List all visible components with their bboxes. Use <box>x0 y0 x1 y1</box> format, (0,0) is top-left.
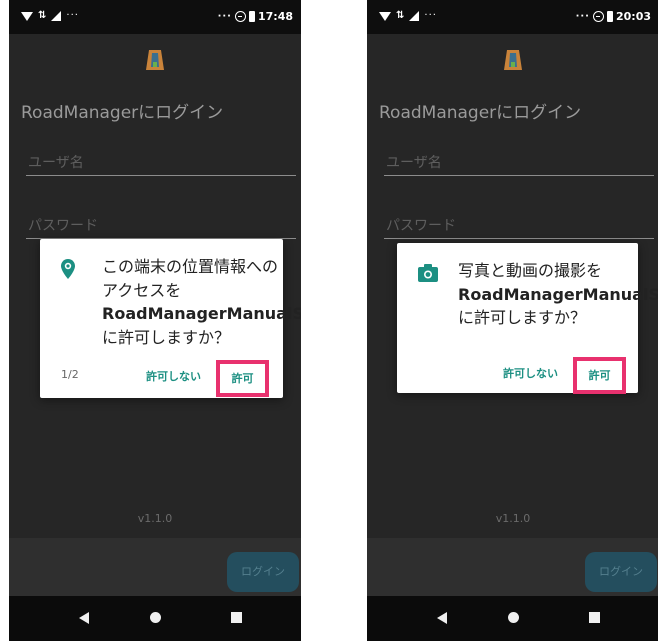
recent-apps-icon[interactable] <box>589 612 600 623</box>
dialog-app-name: RoadManagerManualSh... <box>458 284 658 304</box>
version-label: v1.1.0 <box>137 512 173 525</box>
status-time: 20:03 <box>615 10 651 23</box>
wifi-icon <box>379 11 391 21</box>
wifi-icon <box>21 11 33 21</box>
do-not-disturb-icon <box>592 11 604 22</box>
status-time: 17:48 <box>257 10 293 23</box>
login-title: RoadManagerにログイン <box>379 103 582 123</box>
username-field[interactable]: ユーザ名 <box>26 152 296 176</box>
login-button[interactable]: ログイン <box>227 552 299 592</box>
username-placeholder: ユーザ名 <box>28 155 84 171</box>
sim-lte-icon: ⇅ <box>38 10 47 21</box>
back-icon[interactable] <box>437 612 447 624</box>
allow-button[interactable]: 許可 <box>573 357 626 394</box>
allow-button[interactable]: 許可 <box>216 360 269 397</box>
road-sign-logo-icon <box>146 50 164 70</box>
location-permission-dialog: この端末の位置情報へのアクセスを RoadManagerManualSh... … <box>40 239 301 398</box>
recent-apps-icon[interactable] <box>231 612 242 623</box>
navigation-bar <box>367 596 658 641</box>
dialog-app-name: RoadManagerManualSh... <box>102 304 301 323</box>
battery-icon <box>248 11 255 22</box>
deny-button[interactable]: 許可しない <box>503 365 558 381</box>
more-notifications-icon: ··· <box>424 10 437 21</box>
phone-screen-location-permission: ⇅ ··· ··· 17:48 RoadManagerにログイン ユーザ名 パス… <box>9 0 301 641</box>
login-button[interactable]: ログイン <box>585 552 657 592</box>
more-status-icon: ··· <box>217 10 232 22</box>
password-field[interactable]: パスワード <box>26 215 296 239</box>
status-bar: ⇅ ··· ··· 17:48 <box>9 0 301 34</box>
more-status-icon: ··· <box>575 10 590 22</box>
camera-permission-dialog: 写真と動画の撮影を RoadManagerManualSh... に許可しますか… <box>397 243 658 394</box>
road-sign-logo-icon <box>504 50 522 70</box>
signal-icon <box>409 11 420 21</box>
battery-icon <box>606 11 613 22</box>
do-not-disturb-icon <box>234 11 246 22</box>
camera-icon <box>418 264 438 282</box>
login-title: RoadManagerにログイン <box>21 103 224 123</box>
more-notifications-icon: ··· <box>66 10 79 21</box>
username-field[interactable]: ユーザ名 <box>384 152 654 176</box>
sim-lte-icon: ⇅ <box>396 10 405 21</box>
deny-button[interactable]: 許可しない <box>146 368 201 384</box>
version-label: v1.1.0 <box>495 512 531 525</box>
password-placeholder: パスワード <box>28 218 98 234</box>
location-pin-icon <box>61 259 75 279</box>
signal-icon <box>51 11 62 21</box>
password-placeholder: パスワード <box>386 218 456 234</box>
back-icon[interactable] <box>79 612 89 624</box>
home-icon[interactable] <box>150 612 161 623</box>
dialog-message: 写真と動画の撮影を RoadManagerManualSh... に許可しますか… <box>458 259 658 330</box>
dialog-message: この端末の位置情報へのアクセスを RoadManagerManualSh... … <box>102 255 301 349</box>
phone-screen-camera-permission: ⇅ ··· ··· 20:03 RoadManagerにログイン ユーザ名 パス… <box>367 0 658 641</box>
dialog-counter: 1/2 <box>61 368 79 381</box>
status-bar: ⇅ ··· ··· 20:03 <box>367 0 658 34</box>
home-icon[interactable] <box>508 612 519 623</box>
navigation-bar <box>9 596 301 641</box>
username-placeholder: ユーザ名 <box>386 155 442 171</box>
password-field[interactable]: パスワード <box>384 215 654 239</box>
